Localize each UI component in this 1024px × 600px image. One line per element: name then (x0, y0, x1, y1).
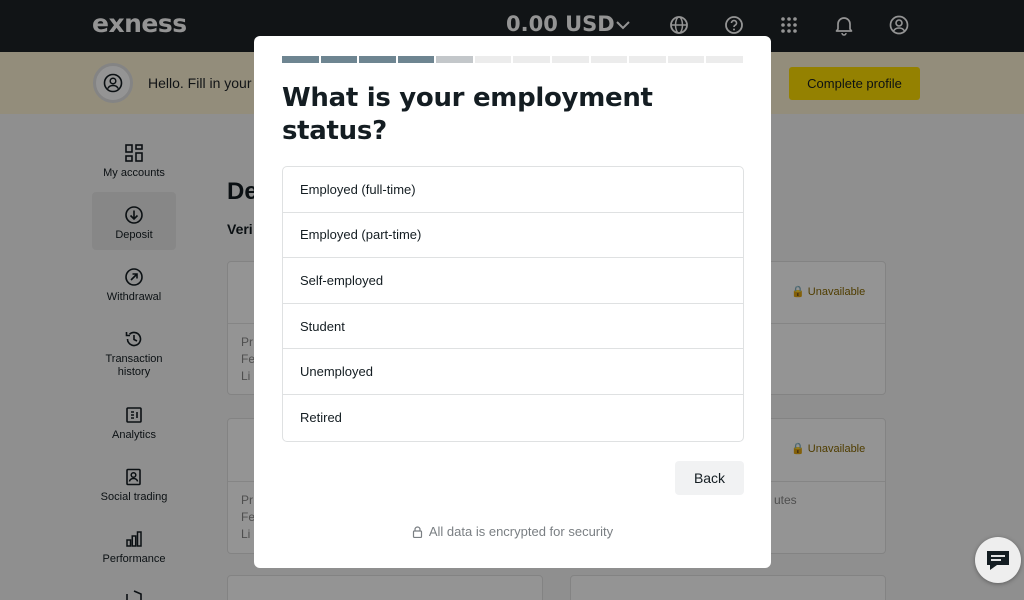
option-retired[interactable]: Retired (283, 395, 743, 441)
back-button[interactable]: Back (675, 461, 744, 495)
option-employed-part-time[interactable]: Employed (part-time) (283, 213, 743, 259)
progress-segment (706, 56, 743, 63)
security-note-text: All data is encrypted for security (428, 524, 614, 539)
progress-segment (436, 56, 473, 63)
options-list: Employed (full-time) Employed (part-time… (282, 166, 744, 442)
progress-segment (513, 56, 551, 63)
lock-icon (412, 526, 422, 539)
security-note: All data is encrypted for security (254, 524, 771, 539)
employment-status-dialog: What is your employment status? Employed… (254, 36, 771, 568)
option-employed-full-time[interactable]: Employed (full-time) (283, 167, 743, 213)
progress-segment (282, 56, 319, 63)
progress-segment (552, 56, 589, 63)
progress-segment (397, 56, 435, 63)
step-progress-bar (282, 56, 743, 63)
chat-icon (987, 551, 1009, 570)
option-self-employed[interactable]: Self-employed (283, 258, 743, 304)
progress-segment (474, 56, 512, 63)
progress-segment (667, 56, 705, 63)
progress-segment (629, 56, 666, 63)
progress-segment (359, 56, 396, 63)
chat-button[interactable] (975, 537, 1021, 583)
progress-segment (320, 56, 358, 63)
dialog-title: What is your employment status? (282, 83, 653, 146)
progress-segment (590, 56, 628, 63)
option-student[interactable]: Student (283, 304, 743, 350)
option-unemployed[interactable]: Unemployed (283, 349, 743, 395)
